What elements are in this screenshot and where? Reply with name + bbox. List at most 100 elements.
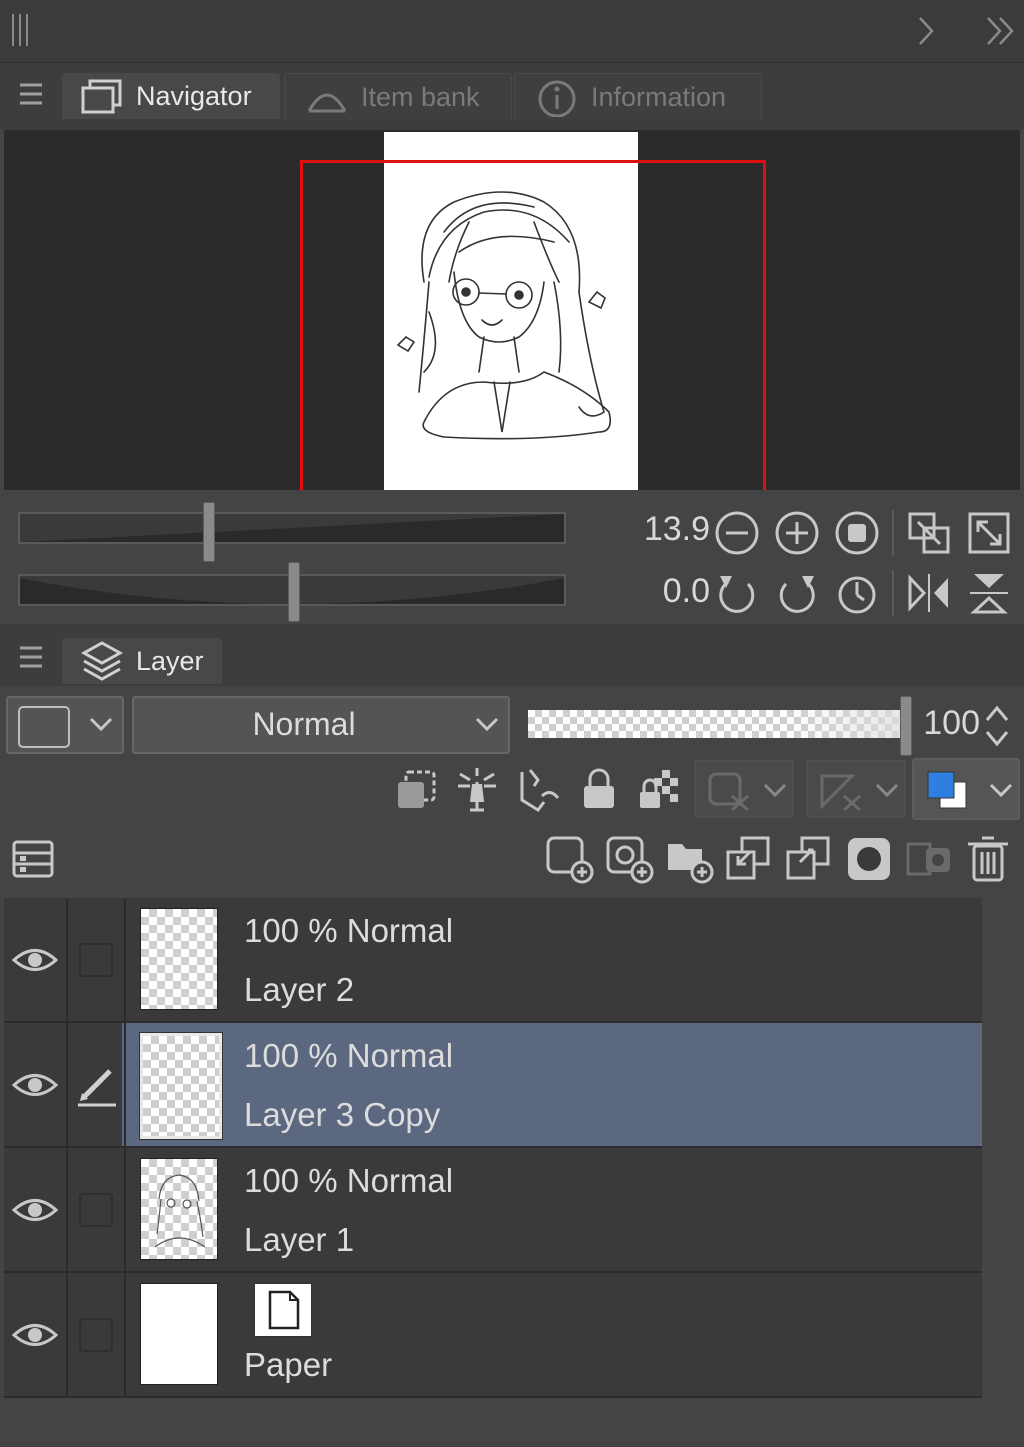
lock-icon[interactable] [574, 764, 624, 814]
blend-mode-value: Normal [252, 706, 356, 742]
grip-handle-icon[interactable] [10, 12, 30, 48]
layer-thumbnail [140, 1158, 218, 1260]
layer-name[interactable]: Layer 1 [244, 1221, 354, 1259]
create-layer-mask-icon[interactable] [844, 834, 894, 884]
tab-information[interactable]: Information [514, 73, 762, 120]
layer-select-cell[interactable] [66, 1273, 126, 1396]
layer-color-icon [927, 771, 967, 809]
mask-disabled-icon [708, 772, 749, 812]
layer-thumbnail [140, 1283, 218, 1385]
layer-row-layer-3-copy[interactable]: 100 % Normal Layer 3 Copy [4, 1023, 982, 1148]
draft-layer-icon[interactable] [514, 764, 564, 814]
zoom-slider-thumb[interactable] [203, 502, 215, 562]
apply-mask-icon[interactable] [904, 834, 954, 884]
flip-horizontal-icon[interactable] [904, 568, 954, 618]
double-chevron-right-icon[interactable] [984, 14, 1018, 48]
sketch-thumbnail [154, 1174, 206, 1248]
mask-dropdown[interactable] [694, 760, 794, 818]
layer-tab-bar: Layer [0, 624, 1024, 686]
clip-to-layer-below-icon[interactable] [392, 764, 442, 814]
chevron-down-icon [875, 783, 899, 798]
visibility-eye-icon[interactable] [4, 898, 66, 1021]
layer-select-cell[interactable] [66, 898, 126, 1021]
layer-palette-menu-icon[interactable] [8, 834, 58, 884]
fit-to-window-icon[interactable] [964, 508, 1014, 558]
edit-target-pen-icon [78, 1068, 116, 1106]
navigator-icon [80, 78, 124, 114]
visibility-eye-icon[interactable] [4, 1148, 66, 1271]
zoom-out-icon[interactable] [712, 508, 762, 558]
opacity-slider-thumb[interactable] [900, 696, 912, 756]
layer-checkbox[interactable] [79, 942, 113, 977]
reference-layer-icon[interactable] [452, 764, 502, 814]
tab-information-label: Information [591, 81, 727, 112]
visibility-eye-icon[interactable] [4, 1273, 66, 1396]
tab-layer[interactable]: Layer [62, 638, 222, 684]
layer-status: 100 % Normal [244, 912, 454, 949]
layer-name[interactable]: Paper [244, 1346, 332, 1384]
layer-select-cell[interactable] [66, 1023, 126, 1146]
reset-rotation-icon[interactable] [832, 568, 882, 618]
fit-view-icon[interactable] [832, 508, 882, 558]
rotation-slider-thumb[interactable] [288, 562, 300, 622]
rotation-value[interactable]: 0.0 [614, 572, 710, 611]
rotate-right-icon[interactable] [772, 568, 822, 618]
layer-list: 100 % Normal Layer 2 100 % Normal Layer … [4, 898, 982, 1398]
layer-status: 100 % Normal [244, 1162, 454, 1199]
actual-size-icon[interactable] [904, 508, 954, 558]
layer-status: 100 % Normal [244, 1037, 454, 1074]
layer-row-paper[interactable]: Paper [4, 1273, 982, 1398]
panel-menu-icon[interactable] [18, 81, 44, 107]
view-frame-indicator[interactable] [300, 160, 766, 490]
delete-layer-icon[interactable] [964, 834, 1014, 884]
new-folder-icon[interactable] [664, 834, 714, 884]
flip-vertical-icon[interactable] [964, 568, 1014, 618]
ruler-disabled-icon [820, 774, 861, 812]
tab-item-bank-label: Item bank [361, 81, 480, 112]
opacity-spinner-icon[interactable] [984, 702, 1010, 750]
layer-color-swatch [18, 706, 70, 748]
layer-list-scrollbar[interactable] [982, 898, 1020, 1398]
layer-row-layer-1[interactable]: 100 % Normal Layer 1 [4, 1148, 982, 1273]
panel-menu-icon[interactable] [18, 644, 44, 670]
layer-checkbox[interactable] [79, 1317, 113, 1352]
navigator-preview[interactable] [4, 130, 1020, 490]
tab-item-bank[interactable]: Item bank [284, 73, 512, 120]
item-bank-icon [305, 79, 349, 115]
chevron-down-icon [989, 783, 1013, 798]
new-vector-layer-icon[interactable] [604, 834, 654, 884]
transfer-to-layer-below-icon[interactable] [724, 834, 774, 884]
layer-row-layer-2[interactable]: 100 % Normal Layer 2 [4, 898, 982, 1023]
ruler-dropdown[interactable] [806, 760, 906, 818]
layer-properties: Normal 100 [0, 686, 1024, 898]
zoom-value[interactable]: 13.9 [614, 510, 710, 549]
layer-name[interactable]: Layer 3 Copy [244, 1096, 440, 1134]
opacity-value[interactable]: 100 [918, 704, 980, 743]
zoom-slider[interactable] [18, 512, 566, 544]
layers-icon [80, 639, 124, 683]
tab-layer-label: Layer [136, 645, 204, 676]
chevron-right-icon[interactable] [914, 14, 938, 48]
blend-mode-dropdown[interactable]: Normal [132, 696, 510, 754]
layer-checkbox[interactable] [79, 1192, 113, 1227]
panel-top-bar [0, 0, 1024, 63]
merge-with-layer-below-icon[interactable] [784, 834, 834, 884]
layer-color-dropdown[interactable] [6, 696, 124, 754]
chevron-down-icon [475, 717, 499, 732]
navigator-controls: 13.9 0.0 [4, 490, 1020, 622]
paper-layer-icon [254, 1283, 312, 1337]
rotate-left-icon[interactable] [712, 568, 762, 618]
layer-thumbnail [140, 1033, 222, 1139]
layer-color-mode-dropdown[interactable] [912, 758, 1020, 820]
visibility-eye-icon[interactable] [4, 1023, 66, 1146]
new-raster-layer-icon[interactable] [544, 834, 594, 884]
tab-navigator-label: Navigator [136, 80, 252, 111]
tab-navigator[interactable]: Navigator [62, 73, 280, 119]
chevron-down-icon [89, 717, 113, 732]
layer-select-cell[interactable] [66, 1148, 126, 1271]
separator [892, 570, 894, 616]
lock-transparent-pixels-icon[interactable] [634, 764, 684, 814]
layer-name[interactable]: Layer 2 [244, 971, 354, 1009]
zoom-in-icon[interactable] [772, 508, 822, 558]
opacity-slider[interactable] [528, 710, 904, 738]
